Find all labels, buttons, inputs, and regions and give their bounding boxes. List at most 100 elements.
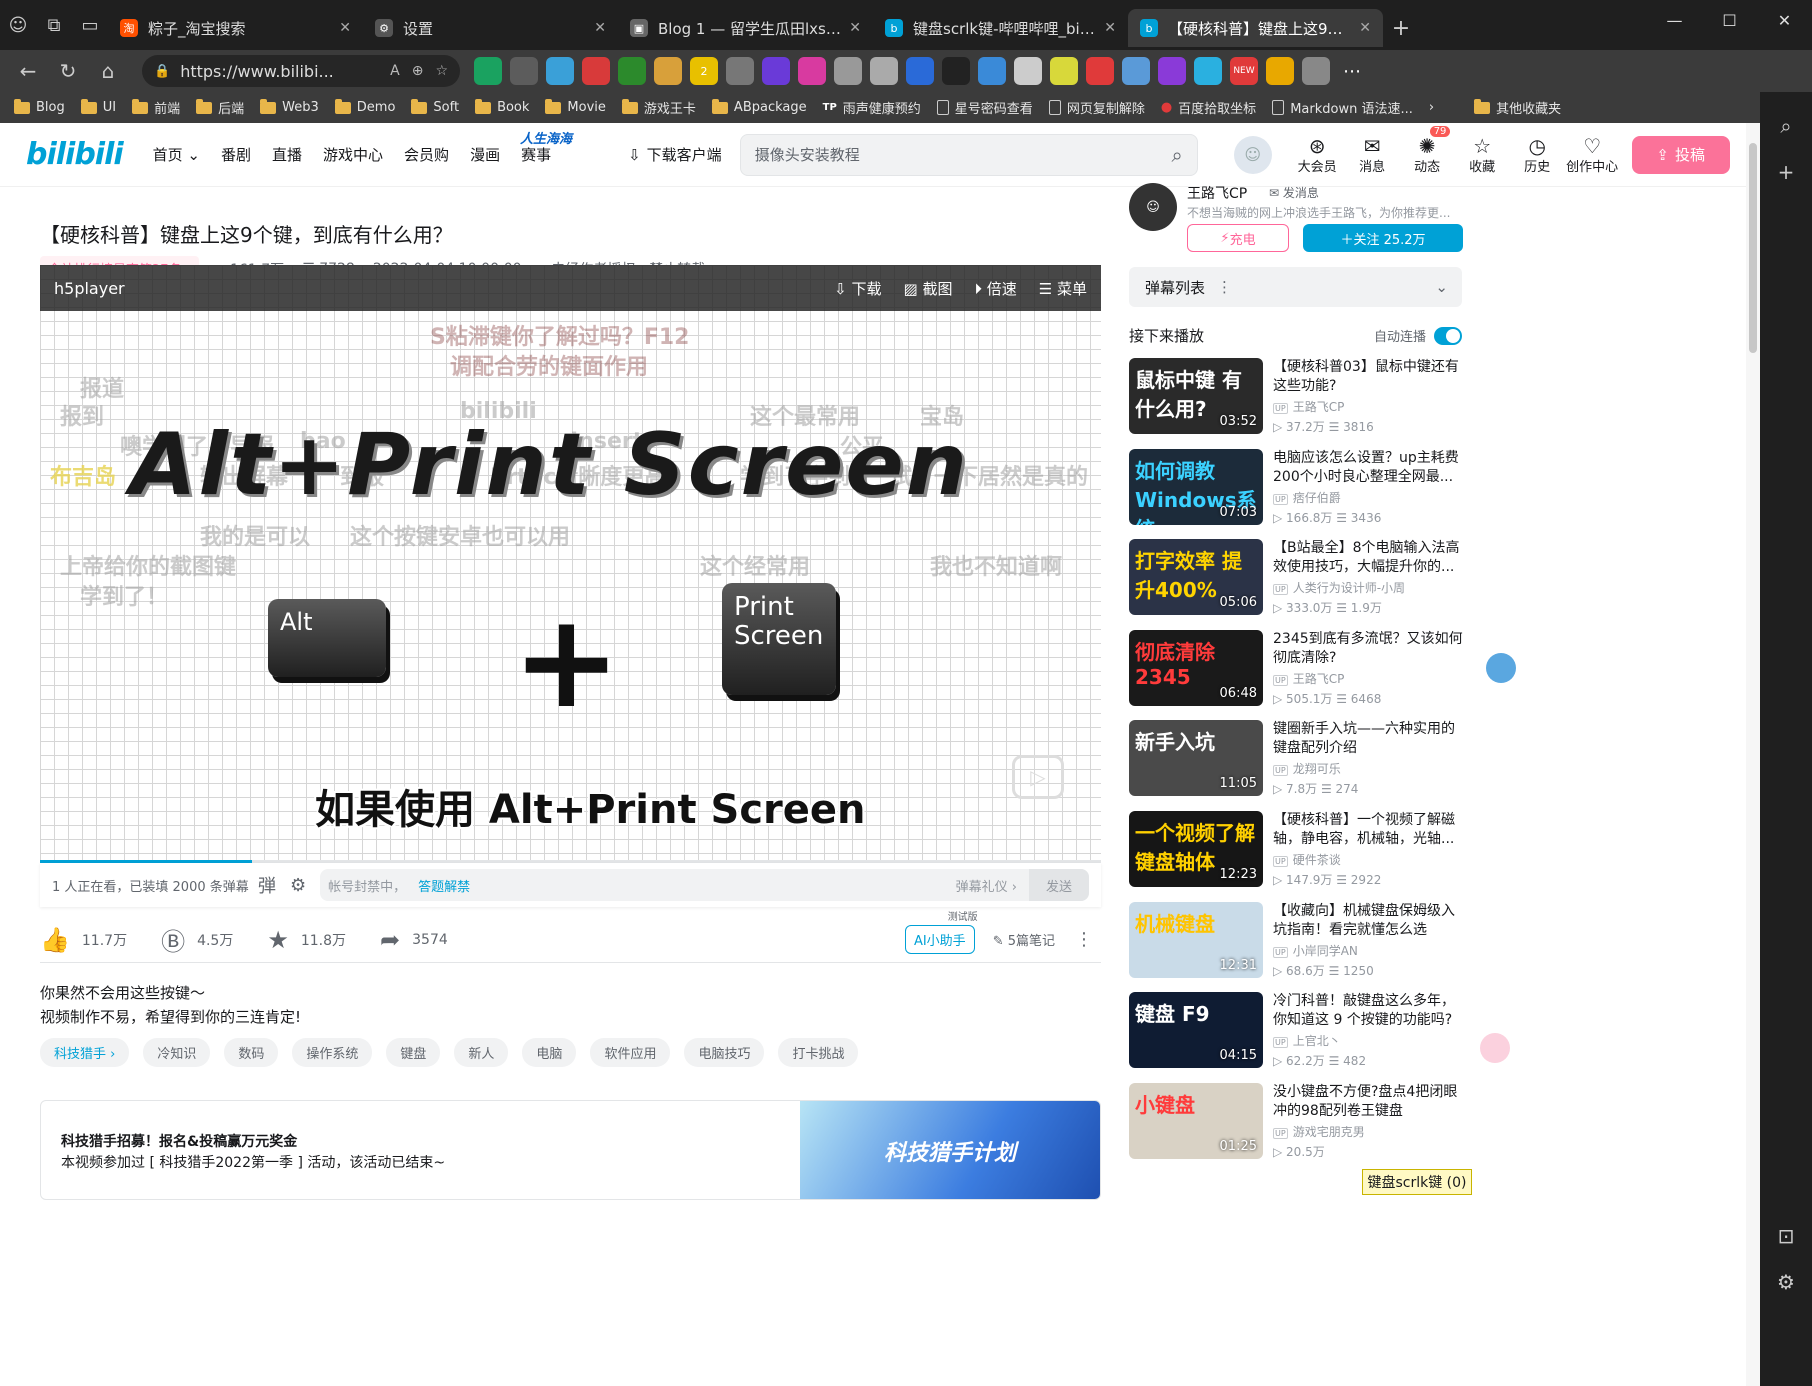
nav-item[interactable]: 直播	[272, 144, 302, 165]
extension-icon[interactable]	[834, 57, 862, 85]
video-thumbnail[interactable]: 鼠标中键 有什么用? 03:52	[1129, 358, 1263, 434]
extension-icon[interactable]	[906, 57, 934, 85]
bookmark-item[interactable]: ● 百度拾取坐标	[1161, 98, 1256, 117]
extension-icon[interactable]	[1086, 57, 1114, 85]
screenshot-icon[interactable]: ⊡	[1778, 1224, 1795, 1248]
download-client-link[interactable]: ⇩ 下载客户端	[628, 144, 722, 165]
settings-icon[interactable]: ⚙	[1777, 1270, 1795, 1294]
bookmark-item[interactable]: 游戏王卡	[621, 98, 696, 117]
close-tab-icon[interactable]: ✕	[849, 20, 861, 36]
bookmark-item[interactable]: Blog	[14, 98, 65, 115]
app-available-icon[interactable]: ⊕	[412, 63, 424, 79]
extension-icon[interactable]	[1302, 57, 1330, 85]
extension-icon[interactable]: 2	[690, 57, 718, 85]
header-creator-link[interactable]: ♡ 创作中心	[1565, 134, 1620, 175]
upload-button[interactable]: ⇪ 投稿	[1631, 135, 1730, 174]
close-tab-icon[interactable]: ✕	[1104, 20, 1116, 36]
video-thumbnail[interactable]: 如何调教 Windows系统07:03	[1129, 448, 1263, 525]
extension-icon[interactable]	[762, 57, 790, 85]
recommend-title[interactable]: 没小键盘不方便?盘点4把闭眼冲的98配列卷王键盘	[1273, 1083, 1463, 1121]
recommend-author[interactable]: UP 小岸同学AN	[1273, 942, 1358, 959]
like-button[interactable]: 👍 11.7万	[40, 926, 127, 954]
search-icon[interactable]: ⌕	[1780, 114, 1791, 138]
extension-icon[interactable]	[1050, 57, 1078, 85]
bookmark-item[interactable]: 其他收藏夹	[1474, 98, 1561, 117]
recommend-title[interactable]: 【硬核科普】一个视频了解磁轴，静电容，机械轴，光轴...	[1273, 811, 1463, 849]
chevron-down-icon[interactable]: ⌄	[1435, 278, 1448, 296]
bookmark-item[interactable]: Soft	[411, 98, 459, 115]
nav-item[interactable]: 游戏中心	[323, 144, 383, 165]
header-vip-link[interactable]: ⊛ 大会员	[1290, 134, 1345, 175]
video-thumbnail[interactable]: 彻底清除 2345 06:48	[1129, 629, 1263, 706]
extension-icon[interactable]	[654, 57, 682, 85]
chevron-right-icon[interactable]: ›	[1429, 100, 1434, 115]
extension-icon[interactable]	[942, 57, 970, 85]
tag-item[interactable]: 冷知识	[143, 1038, 211, 1067]
recommend-item[interactable]: 彻底清除 2345 06:48 2345到底有多流氓？又该如何彻底清除? UP 王路飞C…	[1129, 629, 1463, 710]
video-thumbnail[interactable]: 新手入坑 11:05	[1129, 720, 1263, 797]
tag-item[interactable]: 键盘	[386, 1038, 441, 1067]
close-tab-icon[interactable]: ✕	[1359, 20, 1371, 36]
extension-icon[interactable]	[798, 57, 826, 85]
scrollbar-thumb[interactable]	[1749, 143, 1757, 353]
recommend-item[interactable]: 如何调教 Windows系统07:03 电脑应该怎么设置？up主耗费200个小时良…	[1129, 448, 1462, 529]
new-tab-button[interactable]: +	[1383, 10, 1419, 46]
download-action[interactable]: ⇩ 下载	[834, 278, 881, 299]
more-icon[interactable]: ⋯	[1338, 57, 1366, 85]
header-history-link[interactable]: ◷ 历史	[1510, 134, 1565, 175]
floating-widget[interactable]	[1486, 653, 1516, 683]
recommend-title[interactable]: 键圈新手入坑——六种实用的键盘配列介绍	[1273, 720, 1463, 758]
send-button[interactable]: 发送	[1029, 869, 1089, 901]
refresh-icon[interactable]: ↻	[48, 53, 88, 89]
extension-icon[interactable]	[510, 57, 538, 85]
favorite-button[interactable]: ★ 11.8万	[267, 926, 346, 954]
activity-card[interactable]: 科技猎手招募！报名&投稿赢万元奖金 本视频参加过 [ 科技猎手2022第一季 ]…	[40, 1100, 1101, 1200]
more-icon[interactable]: ⋮	[1217, 278, 1232, 296]
browser-tab[interactable]: 淘粽子_淘宝搜索 ✕	[108, 9, 363, 47]
recommend-author[interactable]: UP 王路飞CP	[1273, 670, 1344, 687]
video-thumbnail[interactable]: 一个视频了解键盘轴体 12:23	[1129, 811, 1263, 887]
add-icon[interactable]: +	[1778, 160, 1795, 184]
tab-actions-icon[interactable]: ▭	[72, 7, 108, 43]
read-aloud-icon[interactable]: A	[390, 63, 400, 79]
activity-banner[interactable]: 科技猎手计划	[800, 1101, 1100, 1199]
bookmark-item[interactable]: Movie	[545, 98, 606, 115]
unban-link[interactable]: 答题解禁	[418, 876, 470, 895]
recommend-author[interactable]: UP 硬件茶谈	[1273, 851, 1341, 868]
close-window-icon[interactable]: ✕	[1757, 0, 1812, 40]
tag-item[interactable]: 数码	[224, 1038, 279, 1067]
star-icon[interactable]: ☆	[435, 63, 448, 79]
follow-button[interactable]: ＋ 关注 25.2万	[1303, 224, 1463, 252]
recommend-author[interactable]: UP 痞仔伯爵	[1273, 489, 1341, 506]
avatar[interactable]: ☺	[1233, 135, 1272, 174]
header-message-link[interactable]: ✉ 消息	[1345, 134, 1400, 175]
bookmark-item[interactable]: Book	[475, 98, 529, 115]
browser-tab[interactable]: ▣ Blog 1 — 留学生瓜田lxsgt.uk ✕	[618, 9, 873, 47]
tag-item[interactable]: 软件应用	[590, 1038, 671, 1067]
danmaku-toggle-icon[interactable]: 弾	[258, 872, 276, 898]
danmaku-etiquette-link[interactable]: 弹幕礼仪 ›	[956, 876, 1017, 895]
extension-icon[interactable]	[618, 57, 646, 85]
menu-action[interactable]: ☰ 菜单	[1039, 278, 1087, 299]
close-tab-icon[interactable]: ✕	[339, 20, 351, 36]
bookmark-item[interactable]: UI	[80, 98, 116, 115]
speed-action[interactable]: ⏵ 倍速	[974, 278, 1016, 299]
coin-button[interactable]: Ⓑ 4.5万	[161, 922, 233, 957]
recommend-title[interactable]: 冷门科普！敲键盘这么多年，你知道这 9 个按键的功能吗?	[1273, 992, 1463, 1030]
uploader-name[interactable]: 王路飞CP	[1187, 183, 1247, 203]
play-icon[interactable]: ▷	[1012, 755, 1064, 799]
bookmark-item[interactable]: 网页复制解除	[1048, 98, 1145, 117]
recommend-author[interactable]: UP 王路飞CP	[1273, 398, 1344, 415]
search-box[interactable]: 摄像头安装教程 ⌕	[739, 133, 1198, 176]
recommend-author[interactable]: UP 上官北丶	[1273, 1032, 1341, 1049]
bookmark-item[interactable]: Web3	[260, 98, 319, 115]
nav-item[interactable]: 首页 ⌄	[153, 144, 200, 165]
ai-assistant-button[interactable]: 测试版 AI小助手	[904, 912, 978, 954]
danmaku-settings-icon[interactable]: ⚙	[290, 875, 306, 896]
tag-item[interactable]: 打卡挑战	[778, 1038, 859, 1067]
extension-icon[interactable]	[726, 57, 754, 85]
bookmark-item[interactable]: ABpackage	[711, 98, 807, 115]
special-link[interactable]: 人生海海	[520, 128, 572, 147]
extension-icon[interactable]	[1122, 57, 1150, 85]
video-thumbnail[interactable]: 打字效率 提升400% 05:06	[1129, 539, 1263, 616]
